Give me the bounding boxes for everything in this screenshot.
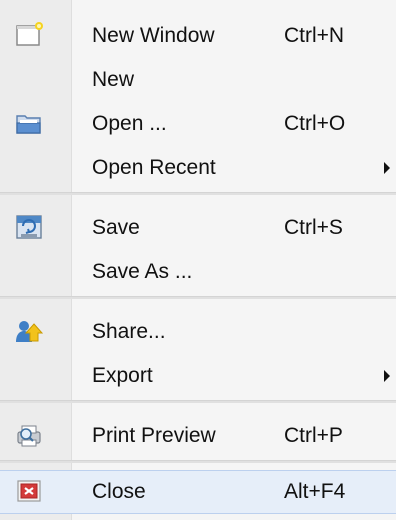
save-icon bbox=[14, 212, 44, 242]
menu-item-new-window[interactable]: New Window Ctrl+N bbox=[0, 14, 396, 58]
print-preview-icon bbox=[14, 420, 44, 450]
menu-item-save[interactable]: Save Ctrl+S bbox=[0, 206, 396, 250]
menu-item-label: Save bbox=[92, 216, 140, 239]
menu-item-label: Close bbox=[92, 480, 146, 503]
menu-item-label: Open Recent bbox=[92, 156, 216, 179]
menu-separator bbox=[0, 296, 396, 299]
menu-separator bbox=[0, 400, 396, 403]
menu-separator bbox=[0, 192, 396, 195]
menu-separator bbox=[0, 460, 396, 463]
share-icon bbox=[14, 316, 44, 346]
menu-item-label: Share... bbox=[92, 320, 166, 343]
menu-item-share[interactable]: Share... bbox=[0, 310, 396, 354]
menu-item-label: Save As ... bbox=[92, 260, 193, 283]
submenu-arrow-icon bbox=[384, 162, 390, 174]
menu-item-print-preview[interactable]: Print Preview Ctrl+P bbox=[0, 414, 396, 458]
menu-item-shortcut: Ctrl+P bbox=[284, 424, 343, 447]
close-icon bbox=[14, 476, 44, 506]
file-menu: New Window Ctrl+N New Open ... Ctrl+O Op… bbox=[0, 0, 396, 520]
menu-item-shortcut: Alt+F4 bbox=[284, 480, 346, 503]
menu-item-shortcut: Ctrl+S bbox=[284, 216, 343, 239]
menu-item-close[interactable]: Close Alt+F4 bbox=[0, 470, 396, 514]
menu-item-label: Open ... bbox=[92, 112, 167, 135]
menu-item-open[interactable]: Open ... Ctrl+O bbox=[0, 102, 396, 146]
new-window-icon bbox=[14, 20, 44, 50]
menu-item-label: New Window bbox=[92, 24, 215, 47]
menu-item-shortcut: Ctrl+N bbox=[284, 24, 345, 47]
menu-item-shortcut: Ctrl+O bbox=[284, 112, 346, 135]
menu-item-label: New bbox=[92, 68, 135, 91]
submenu-arrow-icon bbox=[384, 370, 390, 382]
menu-item-new[interactable]: New bbox=[0, 58, 396, 102]
menu-item-label: Print Preview bbox=[92, 424, 216, 447]
menu-item-open-recent[interactable]: Open Recent bbox=[0, 146, 396, 190]
menu-item-label: Export bbox=[92, 364, 153, 387]
menu-item-export[interactable]: Export bbox=[0, 354, 396, 398]
open-folder-icon bbox=[14, 108, 44, 138]
menu-item-save-as[interactable]: Save As ... bbox=[0, 250, 396, 294]
